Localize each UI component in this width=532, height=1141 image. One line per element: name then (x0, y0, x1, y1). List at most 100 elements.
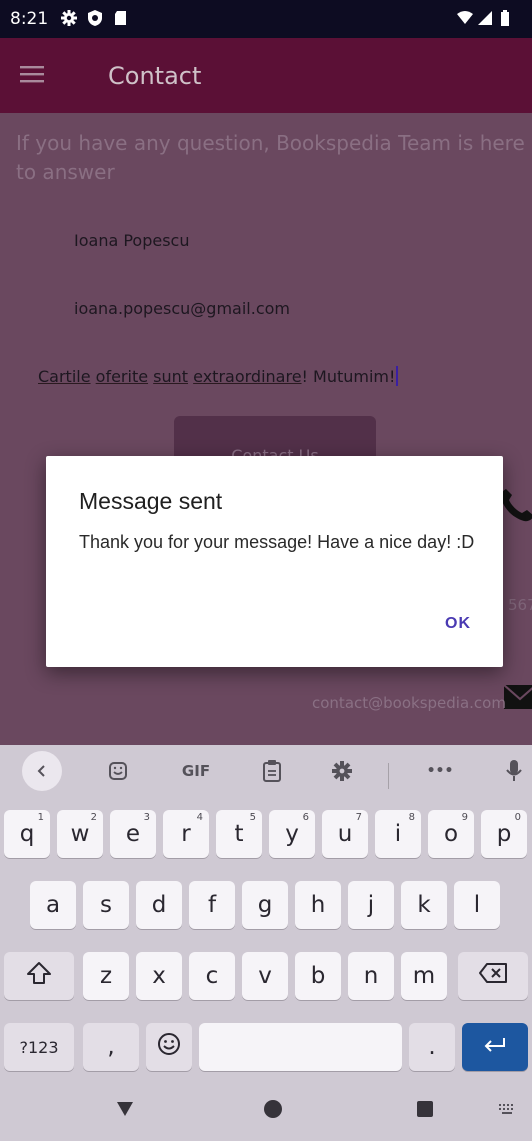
message-field[interactable]: Cartile oferite sunt extraordinare! Mutu… (38, 366, 399, 386)
key[interactable]: f (189, 881, 235, 929)
shield-status-icon (88, 10, 102, 26)
key[interactable]: u7 (322, 810, 368, 858)
intro-text: If you have any question, Bookspedia Tea… (16, 131, 525, 184)
app-bar: Contact (0, 38, 532, 113)
recents-nav-button[interactable] (408, 1092, 442, 1126)
space-key[interactable] (199, 1023, 402, 1071)
key[interactable]: q1 (4, 810, 50, 858)
emoji-key[interactable] (146, 1023, 192, 1071)
message-word: sunt (153, 367, 189, 386)
key-label: i (394, 821, 402, 847)
enter-icon (484, 1038, 505, 1052)
message-sent-dialog: Message sent Thank you for your message!… (46, 456, 503, 667)
key[interactable]: x (136, 952, 182, 1000)
name-field[interactable]: Ioana Popescu (74, 231, 189, 250)
key-label: w (70, 821, 90, 847)
home-nav-button[interactable] (256, 1092, 290, 1126)
key[interactable]: g (242, 881, 288, 929)
page-title: Contact (108, 62, 202, 90)
key[interactable]: p0 (481, 810, 527, 858)
signal-status-icon (478, 11, 492, 25)
key-label: o (443, 821, 459, 847)
message-word: Cartile (38, 367, 91, 386)
shift-icon (27, 962, 51, 984)
key-number: 8 (408, 812, 415, 823)
key-number: 6 (302, 812, 309, 823)
key[interactable]: a (30, 881, 76, 929)
key[interactable]: j (348, 881, 394, 929)
key[interactable]: v (242, 952, 288, 1000)
key[interactable]: c (189, 952, 235, 1000)
more-button[interactable]: ••• (418, 751, 462, 791)
mic-icon (506, 760, 522, 781)
key[interactable]: h (295, 881, 341, 929)
voice-input-button[interactable] (496, 751, 532, 791)
gear-icon (332, 761, 352, 781)
keyboard-icon (499, 1104, 513, 1114)
key[interactable]: w2 (57, 810, 103, 858)
period-key[interactable]: . (409, 1023, 455, 1071)
keyboard-switch-button[interactable] (490, 1092, 524, 1126)
triangle-down-icon (117, 1102, 133, 1116)
key-number: 5 (249, 812, 256, 823)
key[interactable]: k (401, 881, 447, 929)
key[interactable]: b (295, 952, 341, 1000)
wifi-status-icon (457, 11, 473, 24)
backspace-key[interactable] (458, 952, 528, 1000)
key[interactable]: m (401, 952, 447, 1000)
status-bar: 8:21 (0, 0, 532, 38)
comma-key[interactable]: , (83, 1023, 139, 1071)
key-label: r (181, 821, 191, 847)
message-tail: ! Mutumim! (301, 367, 396, 386)
toolbar-divider (388, 763, 389, 789)
emoji-icon (158, 1033, 180, 1055)
sticker-button[interactable] (98, 751, 138, 791)
backspace-icon (479, 963, 507, 983)
key[interactable]: t5 (216, 810, 262, 858)
mail-icon[interactable] (502, 679, 532, 713)
key[interactable]: y6 (269, 810, 315, 858)
key-number: 2 (90, 812, 97, 823)
key-label: t (234, 821, 244, 847)
key-label: p (496, 821, 512, 847)
sd-card-status-icon (115, 11, 126, 25)
keyboard-back-button[interactable] (22, 751, 62, 791)
clipboard-icon (263, 760, 281, 782)
key-label: u (337, 821, 353, 847)
key-label: e (125, 821, 141, 847)
email-field[interactable]: ioana.popescu@gmail.com (74, 299, 290, 318)
phone-number[interactable]: 567 (508, 596, 532, 614)
status-time: 8:21 (10, 9, 49, 29)
key[interactable]: o9 (428, 810, 474, 858)
key-number: 0 (514, 812, 521, 823)
message-word: oferite (95, 367, 149, 386)
settings-status-icon (61, 10, 77, 26)
key[interactable]: s (83, 881, 129, 929)
navigation-bar (0, 1076, 532, 1141)
menu-icon[interactable] (20, 64, 44, 84)
key-label: q (19, 821, 35, 847)
circle-home-icon (264, 1100, 282, 1118)
enter-key[interactable] (462, 1023, 528, 1071)
clipboard-button[interactable] (252, 751, 292, 791)
key[interactable]: r4 (163, 810, 209, 858)
shift-key[interactable] (4, 952, 74, 1000)
square-recents-icon (417, 1101, 433, 1117)
keyboard-settings-button[interactable] (322, 751, 362, 791)
symbols-key[interactable]: ?123 (4, 1023, 74, 1071)
key[interactable]: i8 (375, 810, 421, 858)
ok-button[interactable]: OK (430, 606, 486, 642)
back-nav-button[interactable] (108, 1092, 142, 1126)
key[interactable]: z (83, 952, 129, 1000)
key[interactable]: e3 (110, 810, 156, 858)
key-number: 3 (143, 812, 150, 823)
key[interactable]: n (348, 952, 394, 1000)
contact-email[interactable]: contact@bookspedia.com (312, 694, 506, 712)
dialog-title: Message sent (79, 488, 223, 514)
key[interactable]: l (454, 881, 500, 929)
key-number: 9 (461, 812, 468, 823)
keyboard-toolbar: GIF ••• (0, 745, 532, 797)
key[interactable]: d (136, 881, 182, 929)
gif-button[interactable]: GIF (168, 751, 224, 791)
key-number: 7 (355, 812, 362, 823)
